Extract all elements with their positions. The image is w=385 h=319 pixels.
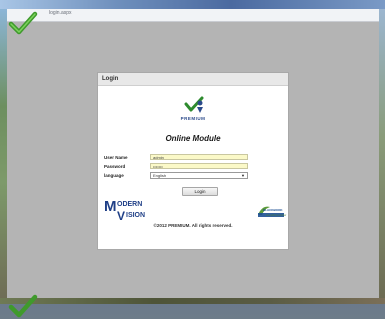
mv-logo-odern: ODERN bbox=[117, 201, 143, 208]
language-select-value: English bbox=[153, 173, 167, 178]
modern-vision-logo: M ODERN V ISION bbox=[104, 199, 152, 223]
background-photo-top bbox=[0, 0, 385, 9]
password-label: Password bbox=[104, 164, 126, 169]
premium-logo-text: PREMIUM bbox=[180, 116, 206, 121]
blackbook-name: BLACKBOOK bbox=[263, 208, 283, 212]
username-input[interactable]: admin bbox=[150, 154, 248, 160]
login-panel: Login PREMIUM Online Module User Name ad… bbox=[97, 72, 289, 250]
mv-logo-v: V bbox=[117, 209, 126, 223]
login-panel-header: Login bbox=[98, 73, 288, 86]
check-icon bbox=[8, 11, 38, 35]
module-title: Online Module bbox=[165, 134, 221, 143]
blackbook-logo: BLACKBOOK everything simpler bbox=[256, 203, 286, 220]
check-icon bbox=[8, 294, 38, 318]
dropdown-arrow-icon: ▼ bbox=[241, 173, 245, 178]
premium-logo-icon bbox=[184, 96, 204, 113]
language-label: language bbox=[104, 173, 124, 178]
username-label: User Name bbox=[104, 155, 128, 160]
language-select[interactable]: English ▼ bbox=[150, 172, 248, 179]
blackbook-tagline: everything simpler bbox=[266, 214, 287, 217]
password-input[interactable]: ••••••• bbox=[150, 163, 248, 169]
background-photo-bottom bbox=[0, 298, 385, 304]
address-bar[interactable]: login.aspx bbox=[7, 9, 379, 22]
background-photo-left bbox=[0, 0, 7, 304]
copyright-text: ©2012 PREMIUM. All rights reserved. bbox=[153, 223, 233, 228]
address-text: login.aspx bbox=[49, 10, 72, 16]
mv-logo-ision: ISION bbox=[126, 212, 146, 219]
mv-logo-m: M bbox=[104, 198, 117, 215]
login-button[interactable]: Login bbox=[182, 187, 218, 196]
background-photo-right bbox=[379, 0, 385, 304]
